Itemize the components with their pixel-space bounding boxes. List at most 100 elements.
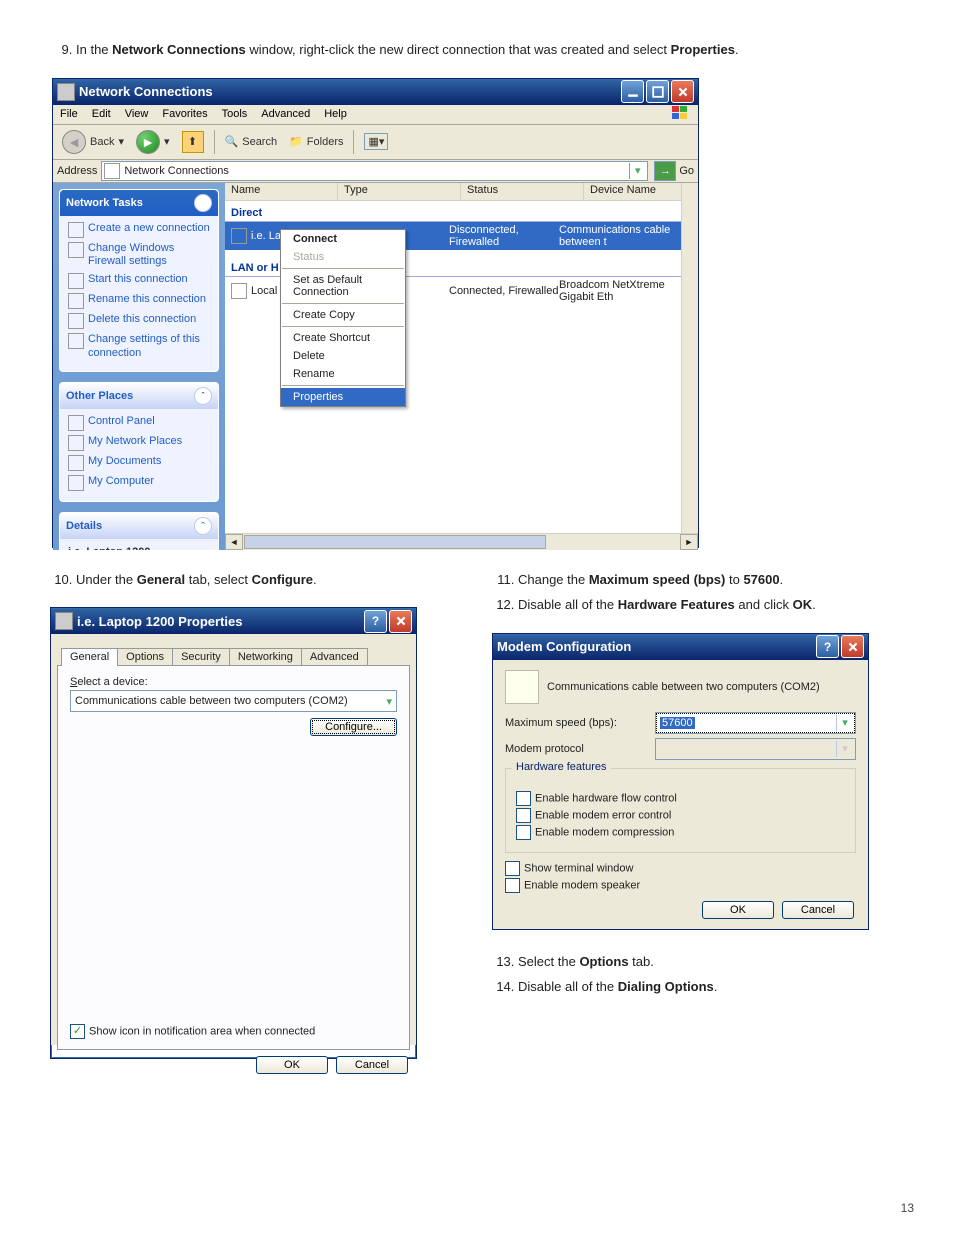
task-settings[interactable]: Change settings of this connection xyxy=(68,331,210,363)
ctx-connect[interactable]: Connect xyxy=(281,230,405,248)
properties-dialog: i.e. Laptop 1200 Properties ? General Op… xyxy=(50,607,417,1059)
menu-edit[interactable]: Edit xyxy=(85,108,118,120)
chevron-up-icon[interactable]: ˆ xyxy=(194,517,212,535)
hardware-features-group: Hardware features Enable hardware flow c… xyxy=(505,768,856,853)
tab-networking[interactable]: Networking xyxy=(229,648,302,665)
task-create-new[interactable]: Create a new connection xyxy=(68,220,210,240)
list-header[interactable]: Name Type Status Device Name xyxy=(225,183,698,201)
views-button[interactable]: ▦▾ xyxy=(359,130,393,153)
ctx-rename[interactable]: Rename xyxy=(281,365,405,383)
windows-logo-icon xyxy=(664,105,696,122)
step-9: In the Network Connections window, right… xyxy=(76,40,904,60)
ok-button[interactable]: OK xyxy=(256,1056,328,1074)
details-body: i.e. Laptop 1200 Direct Disconnected, Fi… xyxy=(60,539,218,550)
max-speed-select[interactable]: 57600▾ xyxy=(655,712,856,734)
network-tasks-header[interactable]: Network Tasksˆ xyxy=(60,190,218,216)
network-connections-window: Network Connections File Edit View Favor… xyxy=(52,78,699,548)
task-rename[interactable]: Rename this connection xyxy=(68,291,210,311)
menu-advanced[interactable]: Advanced xyxy=(254,108,317,120)
vertical-scrollbar[interactable] xyxy=(681,183,698,534)
help-button[interactable]: ? xyxy=(816,635,839,658)
ctx-default[interactable]: Set as Default Connection xyxy=(281,271,405,301)
folders-icon: 📁 xyxy=(289,135,303,148)
connection-icon xyxy=(231,283,247,299)
checkbox-icon[interactable] xyxy=(70,1024,85,1039)
other-my-computer[interactable]: My Computer xyxy=(68,473,210,493)
horizontal-scrollbar[interactable]: ◄► xyxy=(225,533,698,550)
menu-help[interactable]: Help xyxy=(317,108,354,120)
close-button[interactable] xyxy=(841,635,864,658)
titlebar[interactable]: Network Connections xyxy=(53,79,698,105)
menubar[interactable]: File Edit View Favorites Tools Advanced … xyxy=(53,105,698,125)
hw-error-checkbox[interactable]: Enable modem error control xyxy=(516,808,845,823)
cancel-button[interactable]: Cancel xyxy=(782,901,854,919)
select-device-label: Select a device: xyxy=(70,676,397,688)
modem-protocol-select[interactable]: ▾ xyxy=(655,738,856,760)
address-label: Address xyxy=(57,165,97,177)
show-icon-checkbox[interactable]: Show icon in notification area when conn… xyxy=(70,1024,315,1039)
dialog-title: Modem Configuration xyxy=(497,639,631,654)
address-input[interactable]: Network Connections ▾ xyxy=(101,161,648,181)
configure-button[interactable]: Configure... xyxy=(310,718,397,736)
group-direct: Direct xyxy=(225,205,698,222)
forward-button[interactable]: ► ▾ xyxy=(131,127,175,157)
tab-advanced[interactable]: Advanced xyxy=(301,648,368,665)
step-14: Disable all of the Dialing Options. xyxy=(518,977,904,997)
help-button[interactable]: ? xyxy=(364,610,387,633)
connection-icon xyxy=(55,612,73,630)
tab-row: General Options Security Networking Adva… xyxy=(57,640,410,665)
cancel-button[interactable]: Cancel xyxy=(336,1056,408,1074)
task-delete[interactable]: Delete this connection xyxy=(68,311,210,331)
menu-file[interactable]: File xyxy=(53,108,85,120)
close-button[interactable] xyxy=(389,610,412,633)
other-network-places[interactable]: My Network Places xyxy=(68,433,210,453)
chevron-down-icon: ▾ xyxy=(836,741,853,757)
device-label: Communications cable between two compute… xyxy=(547,681,820,693)
chevron-up-icon[interactable]: ˆ xyxy=(194,194,212,212)
chevron-down-icon[interactable]: ▾ xyxy=(386,695,392,708)
toolbar: ◄Back ▾ ► ▾ ⬆ 🔍Search 📁Folders ▦▾ xyxy=(53,125,698,160)
maximize-button[interactable] xyxy=(646,80,669,103)
menu-view[interactable]: View xyxy=(118,108,156,120)
tab-general[interactable]: General xyxy=(61,648,118,666)
terminal-checkbox[interactable]: Show terminal window xyxy=(505,861,856,876)
hw-flow-checkbox[interactable]: Enable hardware flow control xyxy=(516,791,845,806)
up-button[interactable]: ⬆ xyxy=(177,128,209,156)
titlebar[interactable]: i.e. Laptop 1200 Properties ? xyxy=(51,608,416,634)
other-control-panel[interactable]: Control Panel xyxy=(68,413,210,433)
folders-button[interactable]: 📁Folders xyxy=(284,132,348,151)
tab-options[interactable]: Options xyxy=(117,648,173,665)
ctx-status[interactable]: Status xyxy=(281,248,405,266)
task-firewall[interactable]: Change Windows Firewall settings xyxy=(68,240,210,272)
chevron-down-icon[interactable]: ▾ xyxy=(836,715,853,731)
close-button[interactable] xyxy=(671,80,694,103)
menu-tools[interactable]: Tools xyxy=(215,108,255,120)
step-10: Under the General tab, select Configure. xyxy=(76,570,462,590)
other-my-documents[interactable]: My Documents xyxy=(68,453,210,473)
search-button[interactable]: 🔍Search xyxy=(220,132,283,151)
chevron-up-icon[interactable]: ˆ xyxy=(194,387,212,405)
step-12: Disable all of the Hardware Features and… xyxy=(518,595,904,615)
ctx-properties[interactable]: Properties xyxy=(281,388,405,406)
device-select[interactable]: Communications cable between two compute… xyxy=(70,690,397,712)
tab-security[interactable]: Security xyxy=(172,648,230,665)
speaker-checkbox[interactable]: Enable modem speaker xyxy=(505,878,856,893)
ctx-shortcut[interactable]: Create Shortcut xyxy=(281,329,405,347)
other-places-header[interactable]: Other Placesˆ xyxy=(60,383,218,409)
go-button[interactable]: → xyxy=(654,161,676,181)
details-header[interactable]: Detailsˆ xyxy=(60,513,218,539)
task-start[interactable]: Start this connection xyxy=(68,271,210,291)
back-button[interactable]: ◄Back ▾ xyxy=(57,127,129,157)
step-11: Change the Maximum speed (bps) to 57600. xyxy=(518,570,904,590)
minimize-button[interactable] xyxy=(621,80,644,103)
ctx-delete[interactable]: Delete xyxy=(281,347,405,365)
sidebar: Network Tasksˆ Create a new connection C… xyxy=(53,183,225,550)
search-icon: 🔍 xyxy=(225,135,239,148)
menu-favorites[interactable]: Favorites xyxy=(155,108,214,120)
ok-button[interactable]: OK xyxy=(702,901,774,919)
titlebar[interactable]: Modem Configuration ? xyxy=(493,634,868,660)
window-title: Network Connections xyxy=(79,84,213,99)
chevron-down-icon[interactable]: ▾ xyxy=(629,163,645,179)
hw-compress-checkbox[interactable]: Enable modem compression xyxy=(516,825,845,840)
ctx-copy[interactable]: Create Copy xyxy=(281,306,405,324)
